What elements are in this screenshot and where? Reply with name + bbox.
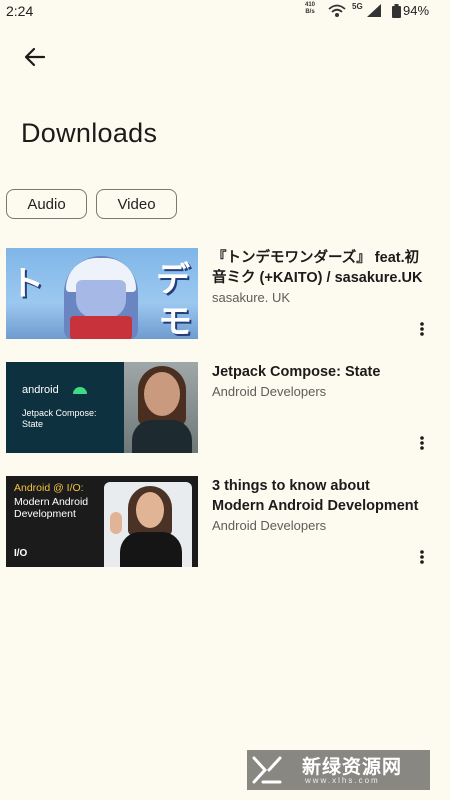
video-channel: sasakure. UK bbox=[212, 290, 291, 305]
net-speed-value: 410 bbox=[305, 2, 316, 8]
more-vert-icon bbox=[420, 322, 424, 336]
video-title: 3 things to know about Modern Android De… bbox=[212, 478, 419, 514]
net-speed: 410 B/s bbox=[305, 2, 315, 16]
signal-icon bbox=[367, 4, 381, 17]
video-thumbnail[interactable]: Android @ I/O: Modern Android Developmen… bbox=[6, 476, 198, 567]
thumbnail-logo: I/O bbox=[14, 548, 28, 559]
more-vert-icon bbox=[420, 436, 424, 450]
more-options-button[interactable] bbox=[413, 546, 431, 568]
watermark-url: www.xlhs.com bbox=[305, 776, 380, 785]
video-channel: Android Developers bbox=[212, 384, 327, 399]
net-speed-unit: B/s bbox=[305, 9, 315, 15]
watermark-title: 新绿资源网 bbox=[302, 757, 403, 778]
video-channel: Android Developers bbox=[212, 518, 327, 533]
thumbnail-subtitle: Modern Android Development bbox=[14, 496, 89, 520]
battery-percent: 94% bbox=[403, 3, 430, 18]
video-thumbnail[interactable]: ト デ モ bbox=[6, 248, 198, 339]
page-title: Downloads bbox=[21, 118, 158, 148]
video-thumbnail[interactable]: android Jetpack Compose: State bbox=[6, 362, 198, 453]
thumbnail-brand: android bbox=[22, 384, 59, 396]
signal-label: 5G bbox=[352, 2, 363, 11]
filter-chip-video[interactable]: Video bbox=[96, 189, 177, 219]
watermark-logo-icon bbox=[247, 750, 287, 790]
android-logo-icon bbox=[73, 387, 87, 394]
back-button[interactable] bbox=[18, 40, 52, 74]
video-item[interactable]: Android @ I/O: Modern Android Developmen… bbox=[0, 476, 450, 568]
video-title: 『トンデモワンダーズ』 feat.初音ミク (+KAITO) / sasakur… bbox=[212, 250, 423, 286]
status-time: 2:24 bbox=[6, 3, 34, 19]
video-item[interactable]: ト デ モ 『トンデモワンダーズ』 feat.初音ミク (+KAITO) / s… bbox=[0, 248, 450, 340]
more-options-button[interactable] bbox=[413, 318, 431, 340]
video-title: Jetpack Compose: State bbox=[212, 364, 381, 380]
more-vert-icon bbox=[420, 550, 424, 564]
more-options-button[interactable] bbox=[413, 432, 431, 454]
status-bar: 2:24 410 B/s 5G 94% bbox=[0, 0, 450, 24]
arrow-back-icon bbox=[24, 47, 46, 67]
watermark: 新绿资源网 www.xlhs.com bbox=[247, 750, 430, 790]
thumbnail-brand: Android @ I/O: bbox=[14, 482, 84, 494]
filter-chip-audio[interactable]: Audio bbox=[6, 189, 87, 219]
thumbnail-subtitle: Jetpack Compose: State bbox=[22, 408, 97, 429]
wifi-icon bbox=[328, 4, 346, 17]
video-item[interactable]: android Jetpack Compose: State Jetpack C… bbox=[0, 362, 450, 454]
battery-icon bbox=[392, 4, 401, 18]
